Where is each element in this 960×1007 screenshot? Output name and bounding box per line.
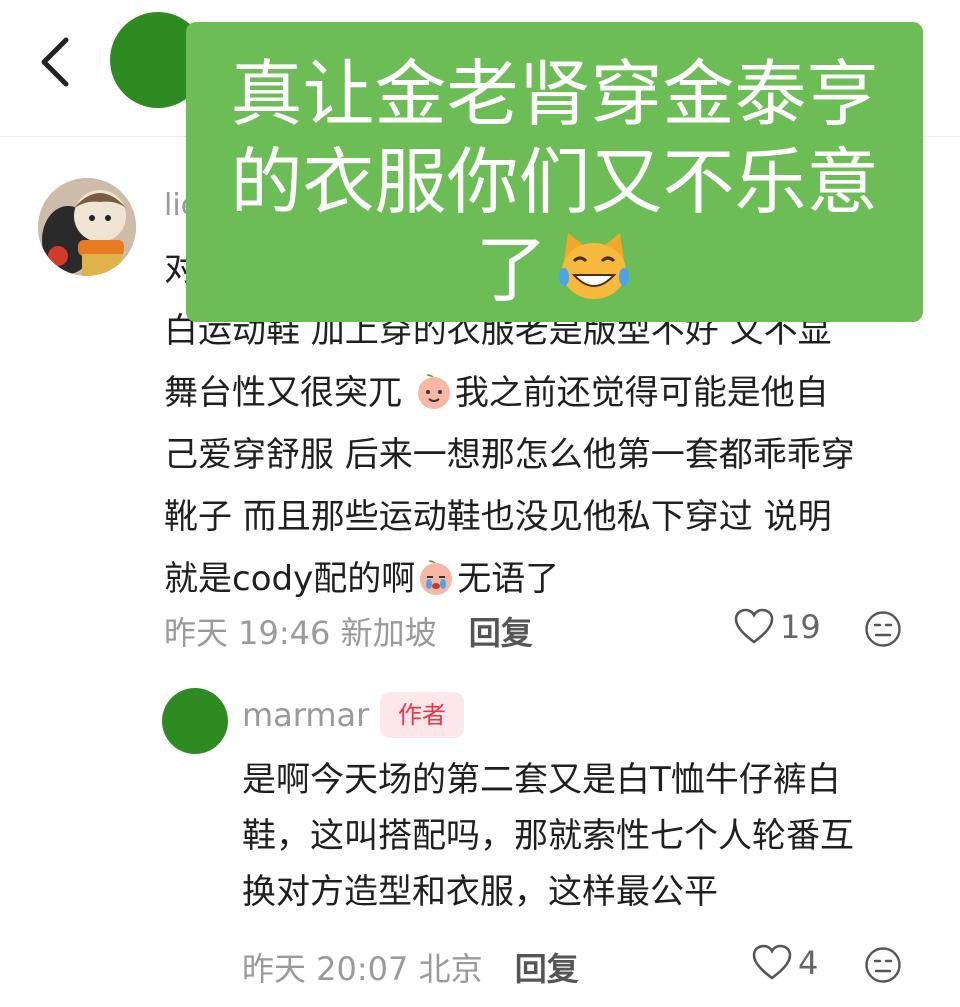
reply-line: 是啊今天场的第二套又是白T恤牛仔裤白 <box>242 760 841 800</box>
unimpressed-face-icon[interactable] <box>864 946 902 984</box>
comment-line: 就是cody配的啊 无语了 <box>164 559 560 599</box>
cat-face-with-tears-of-joy-icon <box>558 233 629 299</box>
crying-peach-face-icon <box>420 560 453 595</box>
reply-line: 鞋，这叫搭配吗，那就索性七个人轮番互 <box>242 816 854 856</box>
heart-icon <box>752 944 792 980</box>
caption-line-1: 真让金老肾穿金泰亨 <box>230 52 879 136</box>
unimpressed-face-icon[interactable] <box>864 610 902 648</box>
comment-line: 己爱穿舒服 后来一想那怎么他第一套都乖乖穿 <box>164 435 855 475</box>
heart-icon <box>734 608 774 644</box>
back-arrow-icon[interactable] <box>36 34 76 90</box>
author-badge: 作者 <box>380 692 464 738</box>
caption-line-2: 的衣服你们又不乐意 <box>230 140 879 224</box>
reply-line: 换对方造型和衣服，这样最公平 <box>242 872 718 912</box>
reply-body: 是啊今天场的第二套又是白T恤牛仔裤白 鞋，这叫搭配吗，那就索性七个人轮番互 换对… <box>242 752 932 920</box>
comment-reply-button[interactable]: 回复 <box>469 614 533 652</box>
reply-location: 北京 <box>418 950 483 988</box>
comment-like-count: 19 <box>780 608 821 646</box>
plush-toy-avatar-image <box>38 178 136 276</box>
commenter-avatar[interactable] <box>38 178 136 276</box>
reply-username[interactable]: marmar <box>242 696 369 734</box>
reply-reply-button[interactable]: 回复 <box>515 950 579 988</box>
comment-line: 靴子 而且那些运动鞋也没见他私下穿过 说明 <box>164 497 832 537</box>
reply-like-count: 4 <box>798 944 819 982</box>
reply-like-button[interactable]: 4 <box>752 944 818 982</box>
comment-line: 舞台性又很突兀 我之前还觉得可能是他自 <box>164 373 829 413</box>
comment-time: 昨天 19:46 <box>164 614 331 652</box>
comment-like-button[interactable]: 19 <box>734 608 821 646</box>
caption-line-3: 了 <box>186 226 923 314</box>
caption-overlay: 真让金老肾穿金泰亨 的衣服你们又不乐意 了 <box>186 22 923 322</box>
comment-meta: 昨天 19:46 新加坡 回复 <box>164 608 533 654</box>
peach-face-icon <box>417 374 450 409</box>
reply-meta: 昨天 20:07 北京 回复 <box>242 944 579 990</box>
reply-time: 昨天 20:07 <box>242 950 409 988</box>
reply-author-avatar[interactable] <box>162 688 228 754</box>
comment-location: 新加坡 <box>340 614 437 652</box>
